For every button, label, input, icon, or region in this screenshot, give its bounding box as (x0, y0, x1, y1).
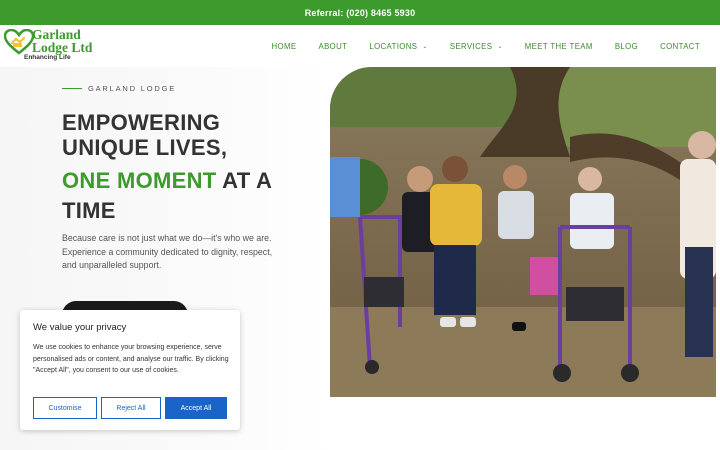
cookie-consent-banner: We value your privacy We use cookies to … (20, 310, 240, 430)
hero-line3: ONE MOMENT AT A TIME (62, 166, 322, 226)
hero-line4: TIME (62, 198, 116, 223)
cookie-title: We value your privacy (33, 322, 127, 333)
referral-bar: Referral: (020) 8465 5930 (0, 0, 720, 25)
logo-tagline: Enhancing Life (24, 54, 71, 61)
nav-blog-label: BLOG (614, 41, 639, 51)
chevron-down-icon: ⌄ (497, 43, 503, 50)
cookie-description: We use cookies to enhance your browsing … (33, 344, 229, 375)
nav-contact[interactable]: CONTACT (660, 42, 700, 51)
customise-button[interactable]: Customise (33, 397, 97, 419)
nav-contact-label: CONTACT (660, 41, 700, 51)
hero-line1: EMPOWERING (62, 110, 221, 135)
nav-home[interactable]: HOME (271, 42, 296, 51)
group-photo-image (330, 67, 716, 397)
logo-title-line2: Lodge Ltd (32, 40, 93, 55)
hero-line2: UNIQUE LIVES, (62, 135, 228, 160)
logo-wordmark: Garland Lodge Ltd (32, 28, 93, 55)
hero-description: Because care is not just what we do—it's… (62, 233, 273, 270)
nav-blog[interactable]: BLOG (615, 42, 638, 51)
nav-services-label: SERVICES (449, 41, 493, 51)
nav-about-label: ABOUT (318, 41, 348, 51)
nav-home-label: HOME (271, 41, 297, 51)
heart-hands-icon (4, 29, 34, 55)
nav-about[interactable]: ABOUT (318, 42, 347, 51)
accept-all-button[interactable]: Accept All (165, 397, 227, 419)
chevron-down-icon: ⌄ (422, 43, 428, 50)
main-nav: HOME ABOUT LOCATIONS ⌄ SERVICES ⌄ MEET THE… (249, 25, 700, 67)
nav-locations-label: LOCATIONS (369, 41, 418, 51)
site-logo[interactable]: Garland Lodge Ltd Enhancing Life (4, 28, 104, 64)
hero-line3-rest: AT A (216, 168, 273, 193)
reject-all-button[interactable]: Reject All (101, 397, 161, 419)
referral-text[interactable]: Referral: (020) 8465 5930 (305, 8, 416, 18)
nav-services[interactable]: SERVICES ⌄ (450, 42, 503, 51)
eyebrow-divider (62, 88, 82, 89)
nav-meet-the-team-label: MEET THE TEAM (524, 41, 593, 51)
nav-locations[interactable]: LOCATIONS ⌄ (369, 42, 428, 51)
hero-eyebrow-label: GARLAND LODGE (88, 84, 176, 93)
hero-highlight: ONE MOMENT (62, 168, 217, 193)
hero-headline: EMPOWERING UNIQUE LIVES, ONE MOMENT AT A… (62, 110, 322, 226)
site-header: Garland Lodge Ltd Enhancing Life HOME AB… (0, 25, 720, 67)
hero-eyebrow: GARLAND LODGE (62, 84, 176, 93)
hero-group-photo (330, 67, 716, 397)
nav-meet-the-team[interactable]: MEET THE TEAM (525, 42, 593, 51)
